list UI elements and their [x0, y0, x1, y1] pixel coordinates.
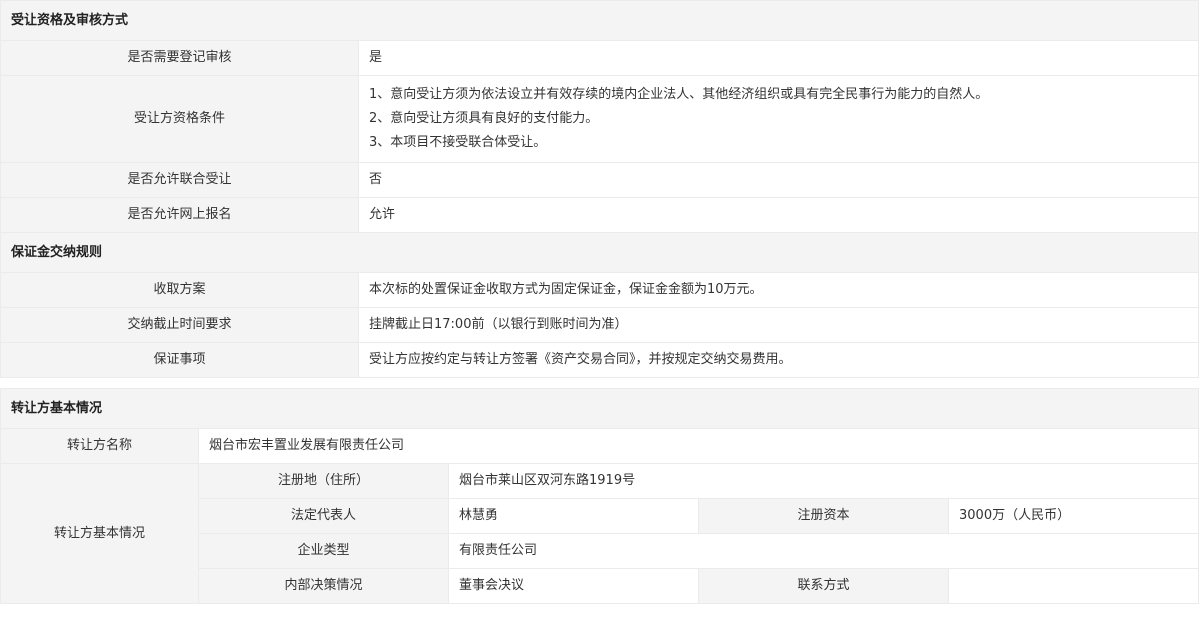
- legal-rep-value: 林慧勇: [448, 498, 699, 534]
- field-value: 受让方应按约定与转让方签署《资产交易合同》，并按规定交纳交易费用。: [358, 342, 1199, 378]
- decision-value: 董事会决议: [448, 568, 699, 604]
- table-row: 转让方基本情况 注册地（住所） 烟台市莱山区双河东路1919号: [0, 463, 1199, 604]
- field-label: 保证事项: [0, 342, 359, 378]
- transferor-table: 转让方基本情况 转让方名称 烟台市宏丰置业发展有限责任公司 转让方基本情况 注册…: [0, 388, 1199, 604]
- field-label: 是否允许网上报名: [0, 197, 359, 233]
- field-label: 注册资本: [698, 498, 949, 534]
- table-row: 保证事项 受让方应按约定与转让方签署《资产交易合同》，并按规定交纳交易费用。: [0, 342, 1199, 378]
- field-label: 联系方式: [698, 568, 949, 604]
- field-value: 允许: [358, 197, 1199, 233]
- table-row: 是否允许网上报名 允许: [0, 197, 1199, 233]
- qualification-table: 受让资格及审核方式 是否需要登记审核 是 受让方资格条件 1、意向受让方须为依法…: [0, 0, 1199, 378]
- condition-line: 1、意向受让方须为依法设立并有效存续的境内企业法人、其他经济组织或具有完全民事行…: [369, 87, 989, 102]
- field-value: 本次标的处置保证金收取方式为固定保证金，保证金金额为10万元。: [358, 272, 1199, 308]
- condition-line: 2、意向受让方须具有良好的支付能力。: [369, 111, 599, 126]
- address-value: 烟台市莱山区双河东路1919号: [448, 463, 1199, 499]
- field-label: 是否需要登记审核: [0, 40, 359, 76]
- field-label: 企业类型: [198, 533, 449, 569]
- section-title: 受让资格及审核方式: [0, 0, 1199, 41]
- section-title: 转让方基本情况: [0, 388, 1199, 429]
- condition-line: 3、本项目不接受联合体受让。: [369, 135, 547, 150]
- table-row: 交纳截止时间要求 挂牌截止日17:00前（以银行到账时间为准）: [0, 307, 1199, 343]
- table-row: 转让方名称 烟台市宏丰置业发展有限责任公司: [0, 428, 1199, 464]
- table-row: 是否允许联合受让 否: [0, 162, 1199, 198]
- table-row: 是否需要登记审核 是: [0, 40, 1199, 76]
- transferor-name: 烟台市宏丰置业发展有限责任公司: [198, 428, 1199, 464]
- field-label: 交纳截止时间要求: [0, 307, 359, 343]
- section-header: 保证金交纳规则: [0, 232, 1199, 273]
- field-label: 收取方案: [0, 272, 359, 308]
- field-value: 1、意向受让方须为依法设立并有效存续的境内企业法人、其他经济组织或具有完全民事行…: [358, 75, 1199, 163]
- section-header: 转让方基本情况: [0, 388, 1199, 429]
- field-label: 法定代表人: [198, 498, 449, 534]
- field-label: 受让方资格条件: [0, 75, 359, 163]
- field-label: 转让方基本情况: [0, 463, 199, 604]
- table-row: 受让方资格条件 1、意向受让方须为依法设立并有效存续的境内企业法人、其他经济组织…: [0, 75, 1199, 163]
- field-label: 注册地（住所）: [198, 463, 449, 499]
- contact-value: [948, 568, 1199, 604]
- field-value: 挂牌截止日17:00前（以银行到账时间为准）: [358, 307, 1199, 343]
- capital-value: 3000万（人民币）: [948, 498, 1199, 534]
- field-label: 内部决策情况: [198, 568, 449, 604]
- section-title: 保证金交纳规则: [0, 232, 1199, 273]
- field-value: 是: [358, 40, 1199, 76]
- field-label: 是否允许联合受让: [0, 162, 359, 198]
- table-row: 收取方案 本次标的处置保证金收取方式为固定保证金，保证金金额为10万元。: [0, 272, 1199, 308]
- field-value: 否: [358, 162, 1199, 198]
- field-label: 转让方名称: [0, 428, 199, 464]
- section-header: 受让资格及审核方式: [0, 0, 1199, 41]
- company-type-value: 有限责任公司: [448, 533, 1199, 569]
